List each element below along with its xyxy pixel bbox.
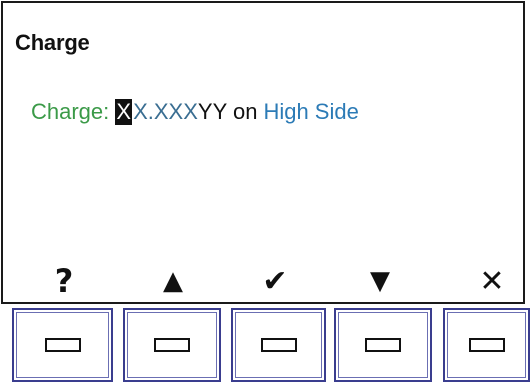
help-icon: ?	[54, 262, 74, 300]
arrow-up-icon: ▲	[163, 266, 183, 296]
softkey-indicator	[44, 338, 81, 352]
arrow-down-icon: ▼	[370, 266, 390, 296]
softkey-indicator	[260, 338, 297, 352]
charge-unit: YY	[197, 99, 227, 124]
charge-connector: on	[226, 99, 258, 124]
softkey-indicator	[365, 338, 401, 352]
close-icon: ✕	[479, 263, 505, 299]
softkey-indicator	[154, 338, 190, 352]
charge-label: Charge:	[31, 99, 116, 124]
edit-cursor-digit[interactable]: X	[115, 99, 133, 125]
charge-side: High Side	[263, 99, 359, 124]
softkey-down-button[interactable]	[334, 308, 432, 382]
softkey-help-button[interactable]	[12, 308, 113, 382]
checkmark-icon: ✔	[262, 263, 288, 299]
softkey-row	[0, 308, 532, 385]
softkey-up-button[interactable]	[123, 308, 221, 382]
charge-value[interactable]: X.XXX	[133, 99, 198, 124]
softkey-indicator	[468, 338, 505, 352]
softkey-icon-row: ? ▲ ✔ ▼ ✕	[0, 258, 532, 304]
page-title: Charge	[15, 30, 90, 55]
softkey-cancel-button[interactable]	[443, 308, 530, 382]
charge-line: Charge: XX.XXXYY on High Side	[31, 99, 359, 125]
softkey-ok-button[interactable]	[231, 308, 326, 382]
